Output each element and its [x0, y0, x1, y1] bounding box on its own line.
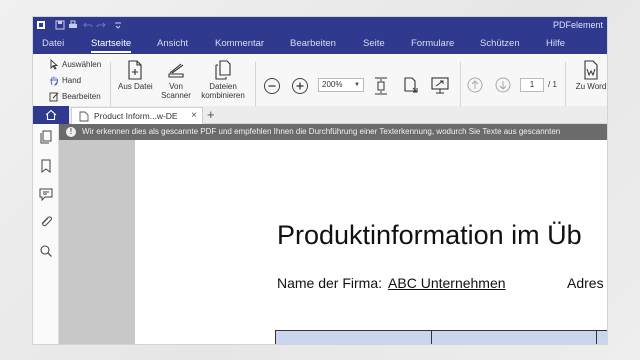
zoom-in-button[interactable]	[292, 78, 308, 94]
edit-icon	[49, 92, 59, 101]
new-file-icon	[128, 60, 142, 80]
thumbnails-icon[interactable]	[39, 130, 53, 144]
to-word-button[interactable]: Zu Word	[571, 60, 607, 91]
hand-tool-button[interactable]: Hand	[49, 73, 81, 87]
combine-files-button[interactable]: Dateien kombinieren	[199, 60, 247, 100]
app-window: PDFelement Datei Startseite Ansicht Komm…	[33, 17, 607, 344]
tab-formulare[interactable]: Formulare	[411, 38, 454, 49]
tab-hilfe[interactable]: Hilfe	[546, 38, 565, 49]
chevron-down-icon: ▼	[354, 82, 360, 88]
ocr-notification-bar: ! Wir erkennen dies als gescannte PDF un…	[59, 124, 607, 140]
print-icon[interactable]	[68, 20, 78, 30]
company-label: Name der Firma:	[277, 275, 383, 291]
select-tool-button[interactable]: Auswählen	[49, 57, 101, 71]
combine-files-icon	[215, 60, 231, 80]
document-heading: Produktinformation im Üb	[277, 220, 582, 250]
document-tab-strip: Product Inform...w-DE × +	[33, 106, 607, 124]
document-tab-title: Product Inform...w-DE	[94, 111, 178, 121]
to-word-label: Zu Word	[575, 82, 607, 91]
tab-seite[interactable]: Seite	[363, 38, 385, 49]
page-total: / 1	[548, 80, 557, 89]
ribbon-separator	[255, 62, 256, 110]
attachment-icon[interactable]	[39, 215, 53, 229]
app-title: PDFelement	[552, 20, 603, 30]
table-cell-divider	[431, 331, 432, 344]
from-file-label: Aus Datei	[118, 82, 153, 91]
zoom-select[interactable]: 200% ▼	[318, 78, 364, 92]
page-number-input[interactable]: 1	[520, 78, 544, 92]
search-icon[interactable]	[39, 244, 53, 258]
word-file-icon	[584, 60, 598, 80]
next-page-icon[interactable]	[495, 77, 511, 93]
document-canvas[interactable]: Produktinformation im Üb Name der Firma:…	[59, 140, 607, 344]
menu-bar: Datei Startseite Ansicht Kommentar Bearb…	[33, 34, 607, 54]
ribbon-separator	[565, 62, 566, 110]
tab-startseite[interactable]: Startseite	[91, 38, 132, 53]
tab-datei[interactable]: Datei	[42, 38, 64, 49]
customize-toolbar-icon[interactable]	[113, 20, 123, 30]
close-tab-button[interactable]: ×	[191, 110, 197, 121]
tab-ansicht[interactable]: Ansicht	[157, 38, 188, 49]
redo-icon[interactable]	[96, 20, 106, 30]
ribbon-separator	[110, 62, 111, 110]
tab-schuetzen[interactable]: Schützen	[480, 38, 520, 49]
from-scanner-button[interactable]: Von Scanner	[159, 60, 193, 100]
full-screen-icon[interactable]	[431, 76, 449, 94]
zoom-out-button[interactable]	[264, 78, 280, 94]
app-logo-icon	[37, 21, 45, 29]
company-line: Name der Firma: ABC Unternehmen	[277, 275, 506, 291]
cursor-icon	[50, 58, 59, 70]
pdf-page[interactable]: Produktinformation im Üb Name der Firma:…	[135, 140, 607, 344]
tab-bearbeiten[interactable]: Bearbeiten	[290, 38, 336, 49]
from-scanner-label-1: Von	[169, 82, 183, 91]
save-icon[interactable]	[55, 20, 65, 30]
hand-tool-label: Hand	[62, 75, 82, 85]
from-file-button[interactable]: Aus Datei	[118, 60, 153, 91]
document-tab[interactable]: Product Inform...w-DE ×	[71, 107, 203, 124]
zoom-value: 200%	[322, 80, 343, 89]
add-tab-button[interactable]: +	[207, 107, 215, 122]
undo-icon[interactable]	[83, 20, 93, 30]
plus-icon	[296, 82, 304, 90]
edit-tool-label: Bearbeiten	[62, 91, 101, 101]
hand-icon	[50, 76, 58, 85]
tab-kommentar[interactable]: Kommentar	[215, 38, 264, 49]
select-tool-label: Auswählen	[62, 59, 102, 69]
bookmark-icon[interactable]	[39, 159, 53, 173]
company-value: ABC Unternehmen	[388, 275, 506, 291]
ocr-notification-text: Wir erkennen dies als gescannte PDF und …	[82, 127, 561, 136]
previous-page-icon[interactable]	[467, 77, 483, 93]
info-icon: !	[66, 127, 76, 137]
ribbon-separator	[460, 62, 461, 110]
table-cell-divider	[596, 331, 597, 344]
home-tab[interactable]	[33, 106, 69, 124]
combine-files-label-1: Dateien	[209, 82, 237, 91]
minus-icon	[268, 85, 276, 87]
home-icon	[45, 109, 57, 121]
title-bar: PDFelement	[33, 17, 607, 34]
fit-page-icon[interactable]	[403, 76, 419, 96]
combine-files-label-2: kombinieren	[201, 91, 245, 100]
address-label: Adres	[567, 275, 604, 291]
document-table-header	[275, 330, 607, 344]
left-sidebar	[33, 124, 59, 344]
from-scanner-label-2: Scanner	[161, 91, 191, 100]
fit-height-icon[interactable]	[373, 76, 389, 96]
scanner-icon	[168, 63, 184, 78]
edit-tool-button[interactable]: Bearbeiten	[49, 89, 101, 103]
comment-icon[interactable]	[39, 187, 53, 201]
document-icon	[79, 111, 89, 122]
